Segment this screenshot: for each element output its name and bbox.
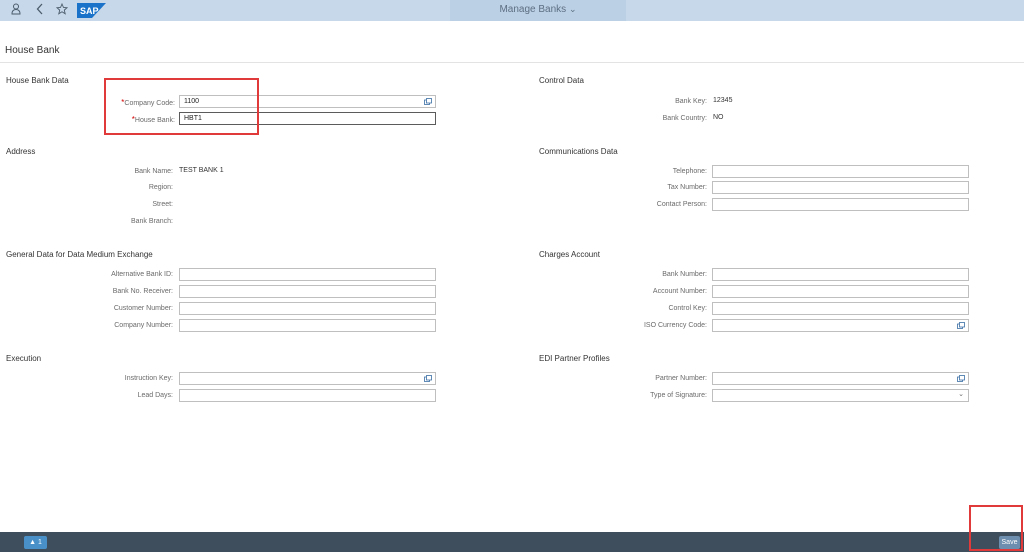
partner-number-label: Partner Number: (655, 375, 707, 382)
account-number-label: Account Number: (652, 288, 707, 295)
home-icon[interactable] (55, 2, 69, 17)
app-title[interactable]: Manage Banks ⌄ (450, 4, 626, 15)
telephone-input[interactable] (712, 165, 969, 178)
section-title-control-data: Control Data (539, 76, 584, 85)
value-help-icon[interactable] (424, 375, 432, 382)
bank-key-label: Bank Key: (675, 98, 707, 105)
app-title-text: Manage Banks (499, 4, 567, 15)
instruction-key-input[interactable] (179, 372, 436, 385)
company-number-input[interactable] (179, 319, 436, 332)
bank-name-label: Bank Name: (134, 168, 173, 175)
section-title-charges: Charges Account (539, 250, 600, 259)
customer-number-input[interactable] (179, 302, 436, 315)
iso-currency-label: ISO Currency Code: (643, 322, 707, 329)
back-icon[interactable] (33, 3, 47, 17)
partner-number-input[interactable] (712, 372, 969, 385)
section-title-communications: Communications Data (539, 147, 618, 156)
iso-currency-input[interactable] (712, 319, 969, 332)
value-help-icon[interactable] (957, 322, 965, 329)
alt-bank-id-input[interactable] (179, 268, 436, 281)
street-label: Street: (152, 201, 173, 208)
alt-bank-id-label: Alternative Bank ID: (111, 271, 173, 278)
company-number-label: Company Number: (114, 322, 173, 329)
user-icon[interactable] (9, 3, 23, 17)
section-title-edi: EDI Partner Profiles (539, 354, 610, 363)
control-key-label: Control Key: (668, 305, 707, 312)
chevron-down-icon[interactable]: ⌄ (958, 391, 964, 399)
value-help-icon[interactable] (424, 98, 432, 105)
lead-days-label: Lead Days: (137, 392, 173, 399)
bank-country-label: Bank Country: (662, 115, 707, 122)
lead-days-input[interactable] (179, 389, 436, 402)
value-help-icon[interactable] (957, 375, 965, 382)
region-label: Region: (148, 184, 173, 191)
shell-bar: SAP Manage Banks ⌄ (0, 0, 1024, 21)
messages-button[interactable]: ▲ 1 (24, 536, 47, 549)
bank-country-value: NO (713, 114, 724, 121)
contact-person-input[interactable] (712, 198, 969, 211)
signature-type-label: Type of Signature: (650, 392, 707, 399)
page-title: House Bank (5, 45, 60, 56)
section-title-house-bank-data: House Bank Data (6, 76, 69, 85)
account-number-input[interactable] (712, 285, 969, 298)
bank-no-receiver-input[interactable] (179, 285, 436, 298)
section-title-address: Address (6, 147, 36, 156)
bank-branch-label: Bank Branch: (130, 218, 173, 225)
highlight-box (969, 505, 1023, 551)
message-count: 1 (37, 539, 42, 546)
highlight-box (104, 78, 259, 135)
control-key-input[interactable] (712, 302, 969, 315)
section-title-execution: Execution (6, 354, 42, 363)
bank-name-value: TEST BANK 1 (179, 167, 224, 174)
warning-icon: ▲ (29, 539, 37, 546)
section-title-medium-exchange: General Data for Data Medium Exchange (6, 250, 153, 259)
footer-bar (0, 532, 1024, 552)
bank-key-value: 12345 (713, 97, 733, 104)
contact-person-label: Contact Person: (656, 201, 707, 208)
customer-number-label: Customer Number: (113, 305, 173, 312)
bank-number-input[interactable] (712, 268, 969, 281)
sap-logo[interactable]: SAP (77, 3, 106, 18)
tax-number-label: Tax Number: (667, 184, 707, 191)
sap-logo-text: SAP (80, 6, 99, 16)
bank-number-label: Bank Number: (662, 271, 707, 278)
tax-number-input[interactable] (712, 181, 969, 194)
header-divider (0, 62, 1024, 63)
telephone-label: Telephone: (672, 168, 707, 175)
instruction-key-label: Instruction Key: (124, 375, 173, 382)
signature-type-select[interactable]: ⌄ (712, 389, 969, 402)
chevron-down-icon: ⌄ (568, 4, 577, 14)
bank-no-receiver-label: Bank No. Receiver: (112, 288, 173, 295)
